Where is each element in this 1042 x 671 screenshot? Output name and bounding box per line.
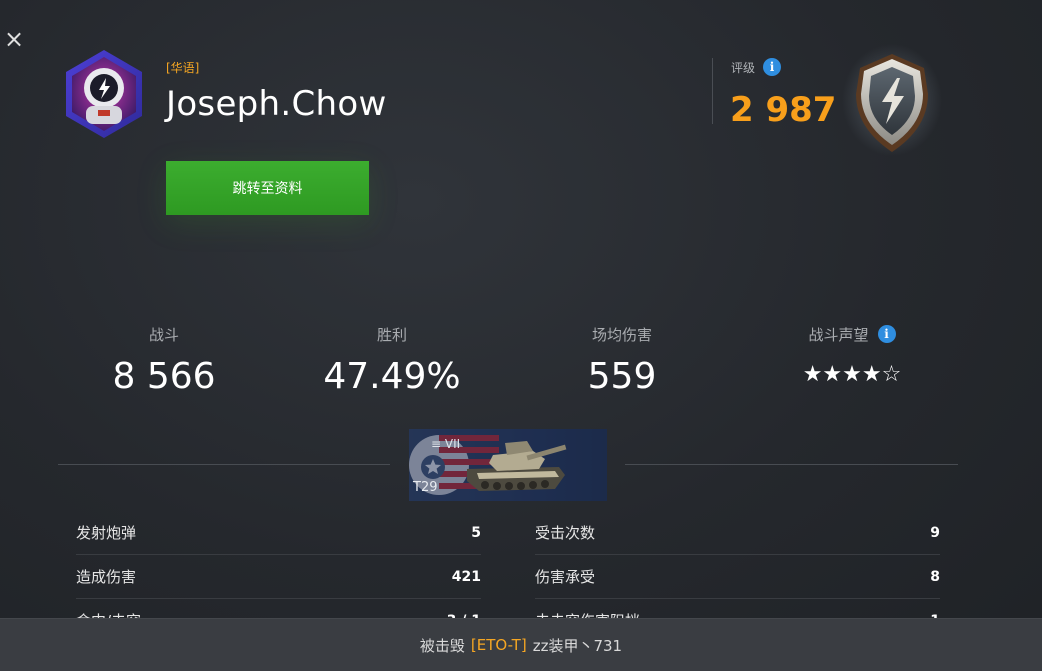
stat-battles: 战斗 8 566 xyxy=(64,324,264,398)
stat-battle-reputation: 战斗声望 i ★★★★☆ xyxy=(752,324,952,387)
tank-tier: ≡ VII xyxy=(431,437,461,451)
go-to-profile-button[interactable]: 跳转至资料 xyxy=(166,161,369,215)
battle-stat-value: 421 xyxy=(451,568,481,585)
rating-label: 评级 xyxy=(731,60,756,75)
section-divider-left xyxy=(58,464,390,465)
battle-stat-value: 5 xyxy=(471,524,481,541)
battle-stat-label: 造成伤害 xyxy=(76,568,137,586)
battle-stat-value: 9 xyxy=(930,524,940,541)
stat-avg-damage: 场均伤害 559 xyxy=(522,324,722,398)
stat-label: 胜利 xyxy=(376,325,407,344)
rating-value: 2 987 xyxy=(730,90,837,130)
tier-chevron-icon: ≡ xyxy=(431,437,442,451)
stat-label: 场均伤害 xyxy=(591,325,652,344)
battle-stat-value: 8 xyxy=(930,568,940,585)
language-tag: [华语] xyxy=(166,61,200,75)
section-divider-right xyxy=(625,464,958,465)
stat-win-rate: 胜利 47.49% xyxy=(292,324,492,398)
stat-label: 战斗声望 i xyxy=(752,324,952,344)
killer-name[interactable]: zz装甲丶731 xyxy=(533,635,622,656)
destroyed-by-label: 被击毁 xyxy=(419,636,465,655)
close-button[interactable]: × xyxy=(4,27,24,51)
battle-stat-row: 发射炮弹 5 xyxy=(76,511,481,555)
player-name: Joseph.Chow xyxy=(166,84,387,124)
stat-value: 559 xyxy=(587,356,657,397)
destroyed-by-footer: 被击毁 [ETO-T] zz装甲丶731 xyxy=(0,618,1042,671)
tank-name: T29 xyxy=(413,480,438,495)
battle-stat-row: 受击次数 9 xyxy=(535,511,940,555)
battle-stat-label: 伤害承受 xyxy=(535,568,596,586)
stat-value: 8 566 xyxy=(112,356,216,397)
rank-shield-badge-icon xyxy=(842,44,942,156)
reputation-info-icon[interactable]: i xyxy=(877,325,896,343)
rating-divider xyxy=(712,58,713,124)
rating-info-icon[interactable]: i xyxy=(763,58,782,76)
stat-label: 战斗 xyxy=(148,325,179,344)
reputation-stars: ★★★★☆ xyxy=(802,362,902,387)
killer-clan-tag[interactable]: [ETO-T] xyxy=(471,636,527,654)
rating-label-group: 评级 i xyxy=(731,58,782,76)
player-avatar-icon xyxy=(66,50,142,138)
battle-stat-row: 造成伤害 421 xyxy=(76,555,481,599)
battle-stat-row: 伤害承受 8 xyxy=(535,555,940,599)
stat-value: 47.49% xyxy=(323,356,461,397)
battle-stat-label: 发射炮弹 xyxy=(76,524,137,542)
battle-stat-label: 受击次数 xyxy=(535,524,596,542)
